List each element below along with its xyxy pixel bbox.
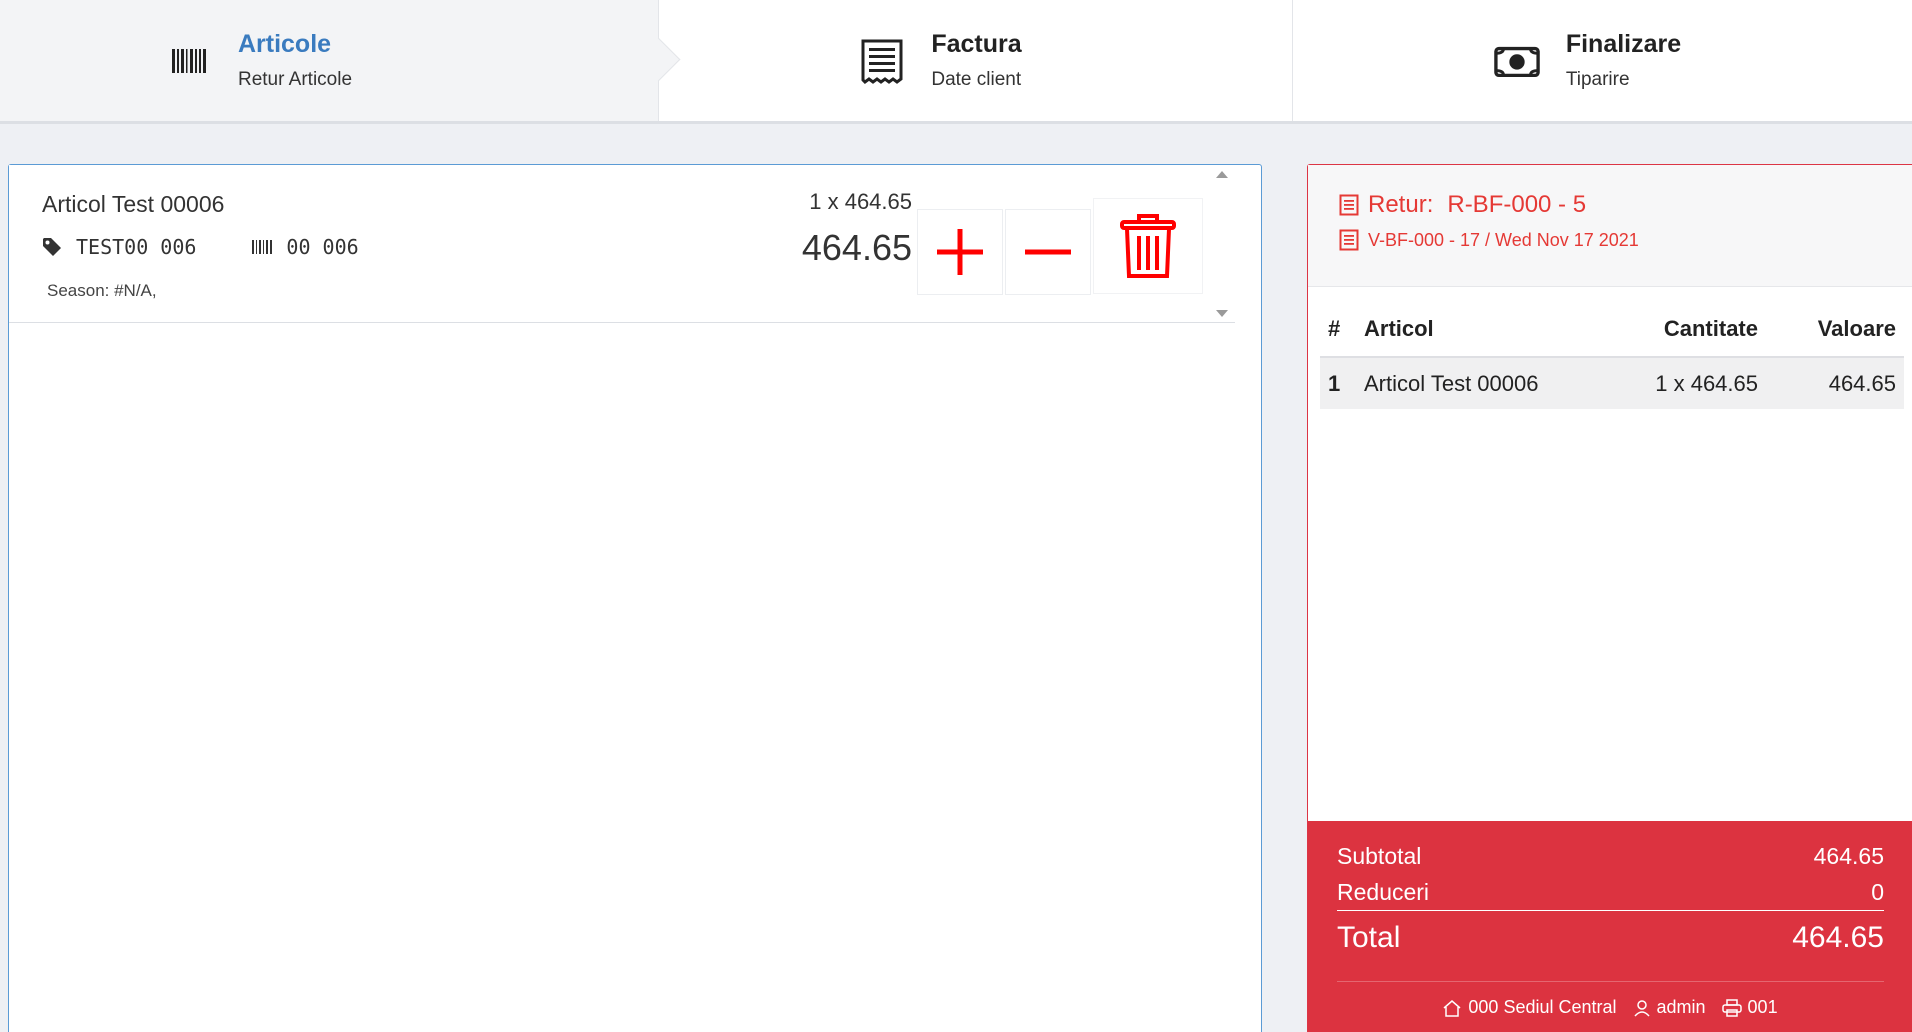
scroll-up-icon[interactable] xyxy=(1216,171,1228,178)
item-list-scrollbar[interactable] xyxy=(1209,165,1235,323)
subtotal-row: Subtotal 464.65 xyxy=(1337,843,1884,870)
reference-text: V-BF-000 - 17 / Wed Nov 17 2021 xyxy=(1368,229,1639,250)
user-name: admin xyxy=(1656,997,1706,1017)
increase-qty-button[interactable] xyxy=(917,209,1003,295)
barcode-icon xyxy=(166,38,212,84)
return-label: Retur: xyxy=(1368,191,1434,218)
trash-icon xyxy=(1120,214,1176,278)
total-row: Total 464.65 xyxy=(1337,921,1884,955)
document-icon xyxy=(1339,229,1359,251)
item-sku: TEST00 006 xyxy=(76,235,197,259)
item-season: Season: #N/A, xyxy=(47,281,157,300)
step-subtitle: Retur Articole xyxy=(237,69,353,90)
step-title: Articole xyxy=(237,30,332,58)
return-number: R-BF-000 - 5 xyxy=(1447,191,1587,218)
home-icon xyxy=(1443,999,1461,1017)
totals-box: Subtotal 464.65 Reduceri 0 Total 464.65 … xyxy=(1308,821,1912,1032)
discount-label: Reduceri xyxy=(1337,879,1430,905)
wizard-stepper: Articole Retur Articole Factura Date cli… xyxy=(0,0,1912,124)
column-header-value: Valoare xyxy=(1766,301,1904,358)
column-header-num: # xyxy=(1320,301,1356,358)
item-barcode: 00 006 xyxy=(286,235,359,259)
store-info: 000 Sediul Central xyxy=(1442,997,1617,1018)
receipt-header: Retur: R-BF-000 - 5 V-BF-000 - 17 / Wed … xyxy=(1308,165,1912,287)
row-num: 1 xyxy=(1320,357,1356,409)
item-codes: TEST00 006 00 006 xyxy=(42,235,359,259)
delete-item-button[interactable] xyxy=(1093,198,1203,294)
item-price: 464.65 xyxy=(801,227,912,268)
column-header-article: Articol xyxy=(1356,301,1616,358)
total-label: Total xyxy=(1337,921,1401,954)
money-icon xyxy=(1494,38,1540,84)
discount-row: Reduceri 0 xyxy=(1337,879,1884,911)
step-subtitle: Tiparire xyxy=(1565,69,1630,90)
user-icon xyxy=(1633,999,1650,1017)
step-finalizare[interactable]: Finalizare Tiparire xyxy=(1293,0,1912,121)
receipt-icon xyxy=(859,38,905,84)
item-qty-line: 1 x 464.65 xyxy=(809,189,912,214)
step-subtitle: Date client xyxy=(931,69,1022,90)
plus-icon xyxy=(937,229,983,275)
printer-id: 001 xyxy=(1747,997,1778,1017)
receipt-panel: Retur: R-BF-000 - 5 V-BF-000 - 17 / Wed … xyxy=(1307,164,1912,1032)
column-header-qty: Cantitate xyxy=(1616,301,1766,358)
item-list-panel: Articol Test 00006 TEST00 006 00 006 Sea… xyxy=(8,164,1262,1032)
receipt-table: # Articol Cantitate Valoare 1 Articol Te… xyxy=(1320,301,1904,409)
totals-divider xyxy=(1337,981,1884,982)
tag-icon xyxy=(42,237,62,257)
user-info: admin xyxy=(1633,997,1706,1018)
row-article: Articol Test 00006 xyxy=(1356,357,1616,409)
printer-info: 001 xyxy=(1721,997,1778,1018)
printer-icon xyxy=(1721,998,1742,1017)
step-title: Finalizare xyxy=(1565,30,1682,58)
step-title: Factura xyxy=(931,30,1022,58)
store-name: 000 Sediul Central xyxy=(1468,997,1617,1017)
barcode-icon xyxy=(252,240,273,254)
row-qty: 1 x 464.65 xyxy=(1616,357,1766,409)
document-icon xyxy=(1339,194,1359,216)
subtotal-label: Subtotal xyxy=(1337,843,1422,869)
step-articole[interactable]: Articole Retur Articole xyxy=(0,0,659,121)
subtotal-value: 464.65 xyxy=(1813,843,1884,869)
table-row[interactable]: 1 Articol Test 00006 1 x 464.65 464.65 xyxy=(1320,357,1904,409)
total-value: 464.65 xyxy=(1792,921,1884,954)
return-document-title: Retur: R-BF-000 - 5 xyxy=(1339,191,1586,219)
item-name: Articol Test 00006 xyxy=(42,191,225,217)
scroll-down-icon[interactable] xyxy=(1216,310,1228,317)
decrease-qty-button[interactable] xyxy=(1005,209,1091,295)
step-factura[interactable]: Factura Date client xyxy=(659,0,1293,121)
minus-icon xyxy=(1025,249,1071,255)
list-item[interactable]: Articol Test 00006 TEST00 006 00 006 Sea… xyxy=(9,165,1235,323)
source-document-reference: V-BF-000 - 17 / Wed Nov 17 2021 xyxy=(1339,229,1639,251)
table-header-row: # Articol Cantitate Valoare xyxy=(1320,301,1904,358)
session-footer: 000 Sediul Central admin 001 xyxy=(1308,997,1912,1018)
discount-value: 0 xyxy=(1871,879,1884,905)
row-value: 464.65 xyxy=(1766,357,1904,409)
